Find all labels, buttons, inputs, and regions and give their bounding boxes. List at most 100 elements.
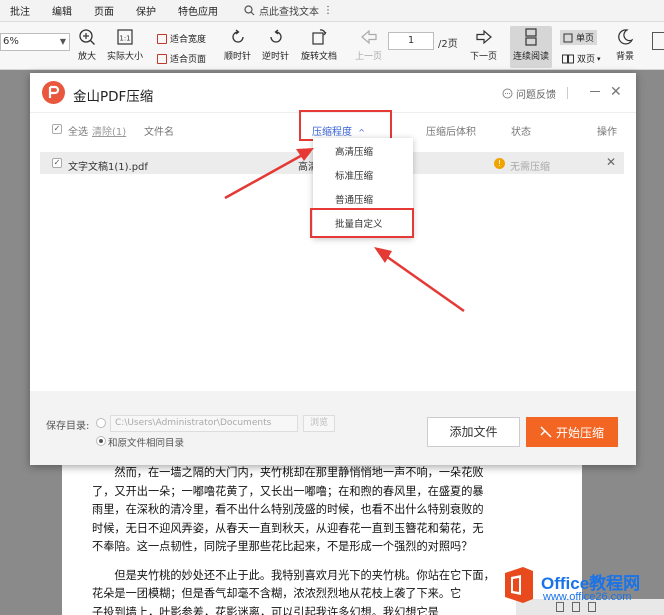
chevron-down-icon: ▼ (59, 37, 66, 46)
select-all-label: 全选 (68, 127, 88, 138)
minimize-button[interactable] (590, 91, 600, 92)
custom-dir-radio[interactable] (96, 418, 106, 428)
actual-size-icon: 1:1 (117, 29, 133, 45)
page-number-input[interactable]: 1 (388, 32, 434, 50)
zoom-in-icon (79, 29, 95, 45)
dialog-title: 金山PDF压缩 (73, 89, 154, 105)
remove-row-icon[interactable]: ✕ (606, 155, 616, 169)
row-checkbox[interactable]: ✓ (52, 158, 62, 168)
single-page-button[interactable]: 单页 (560, 30, 598, 45)
dialog-header: 金山PDF压缩 问题反馈 ✕ (30, 73, 636, 113)
menu-protect[interactable]: 保护 (136, 3, 156, 18)
double-page-icon (562, 54, 574, 63)
page-total: /2页 (438, 39, 458, 50)
feedback-label: 问题反馈 (516, 90, 556, 101)
menu-bar: 批注 编辑 页面 保护 特色应用 点此查找文本 ⋮ (0, 0, 664, 22)
rotate-cw-icon (231, 29, 244, 43)
option-standard[interactable]: 标准压缩 (335, 168, 373, 182)
menu-page[interactable]: 页面 (94, 3, 114, 18)
rotate-cw-label: 顺时针 (224, 52, 252, 62)
rotate-doc-button[interactable]: 旋转文档 (301, 28, 337, 62)
continuous-read-button[interactable]: 连续阅读 (513, 28, 549, 62)
continuous-read-icon (525, 28, 537, 46)
menu-special[interactable]: 特色应用 (178, 3, 218, 18)
rotate-doc-icon (312, 29, 327, 45)
rotate-ccw-button[interactable]: 逆时针 (262, 28, 289, 62)
pdf-logo-icon (42, 81, 65, 104)
col-after-size: 压缩后体积 (426, 127, 476, 138)
watermark: Office教程网 www.office26.com (499, 565, 664, 611)
row-filename: 文字文稿1(1).pdf (68, 162, 148, 173)
fit-width-label: 适合宽度 (170, 35, 207, 45)
continuous-read-label: 连续阅读 (513, 52, 550, 62)
menu-annotate[interactable]: 批注 (10, 3, 30, 18)
rotate-doc-label: 旋转文档 (301, 52, 338, 62)
doc-line: 雨里，在深秋的清冷里，看不出什么特别茂盛的时候，也看不出什么特别衰败的 (92, 503, 484, 516)
doc-line: 子投到墙上，叶影参差，花影迷离，可以引起我许多幻想。我幻想它是 (92, 605, 439, 615)
next-page-label: 下一页 (470, 52, 498, 62)
zoom-in-button[interactable]: 放大 (78, 28, 96, 62)
watermark-url: www.office26.com (543, 591, 632, 603)
menu-edit[interactable]: 编辑 (52, 3, 72, 18)
single-page-icon (563, 33, 573, 42)
background-label: 背景 (616, 52, 635, 62)
option-hd[interactable]: 高清压缩 (335, 144, 373, 158)
background-button[interactable]: 背景 (616, 28, 634, 62)
double-page-label: 双页 (577, 55, 596, 65)
doc-line: 时候，无日不迎风弄姿，从春天一直到秋天，从迎春花一直到玉簪花和菊花，无 (92, 521, 484, 535)
feedback-link[interactable]: 问题反馈 (502, 86, 556, 101)
rotate-cw-button[interactable]: 顺时针 (224, 28, 251, 62)
prev-page-label: 上一页 (355, 52, 383, 62)
actual-size-button[interactable]: 1:1 实际大小 (107, 28, 143, 62)
arrow-left-icon (360, 29, 377, 45)
clear-link[interactable]: 清除(1) (92, 123, 126, 138)
prev-page-button[interactable]: 上一页 (355, 28, 382, 62)
zoom-in-label: 放大 (78, 52, 97, 62)
search-icon (244, 5, 255, 16)
search-label: 点此查找文本 (259, 7, 319, 18)
fit-width-icon (157, 33, 167, 44)
fit-width-button[interactable]: 适合宽度 (157, 32, 206, 45)
zoom-select[interactable]: 6% ▼ (0, 33, 70, 51)
add-file-button[interactable]: 添加文件 (427, 417, 520, 447)
dialog-footer: 保存目录: C:\Users\Administrator\Documents 浏… (30, 391, 636, 465)
highlight-box-level (299, 110, 392, 141)
more-toolbar-icon[interactable] (652, 32, 664, 50)
select-all-checkbox[interactable]: ✓ (52, 124, 62, 134)
office-logo-icon (505, 567, 533, 603)
double-page-button[interactable]: 双页 ▾ (562, 52, 601, 65)
fit-page-button[interactable]: 适合页面 (157, 52, 206, 65)
zoom-value: 6% (3, 36, 19, 47)
doc-line: 花朵是一团模糊；但是香气却毫不含糊，浓浓烈烈地从花枝上袭了下来。它 (92, 587, 462, 600)
save-path-input[interactable]: C:\Users\Administrator\Documents (110, 415, 298, 432)
compress-dialog: 金山PDF压缩 问题反馈 ✕ ✓ 全选 清除(1) 文件名 压缩程度 ^ 压缩后… (30, 73, 636, 465)
more-icon[interactable]: ⋮ (323, 5, 333, 16)
chevron-down-icon: ▾ (597, 54, 601, 63)
doc-line: 然而，在一墙之隔的大门内，夹竹桃却在那里静悄悄地一声不响，一朵花败 (114, 466, 484, 479)
save-dir-label: 保存目录: (46, 421, 90, 432)
actual-size-label: 实际大小 (107, 52, 144, 62)
moon-icon (618, 29, 634, 45)
rotate-ccw-icon (269, 29, 282, 43)
close-button[interactable]: ✕ (610, 84, 622, 100)
fit-page-label: 适合页面 (170, 55, 207, 65)
col-filename: 文件名 (144, 127, 174, 138)
browse-button[interactable]: 浏览 (303, 415, 335, 432)
svg-text:1:1: 1:1 (119, 35, 130, 43)
rotate-ccw-label: 逆时针 (262, 52, 290, 62)
same-dir-radio[interactable] (96, 436, 106, 446)
single-page-label: 单页 (576, 34, 595, 44)
compress-icon (540, 426, 552, 438)
option-normal[interactable]: 普通压缩 (335, 192, 373, 206)
same-dir-label: 和原文件相同目录 (108, 438, 185, 449)
toolbar: 6% ▼ 放大 1:1 实际大小 适合宽度 适合页面 顺时针 逆时针 旋转文档 … (0, 22, 664, 70)
arrow-right-icon (475, 29, 492, 45)
next-page-button[interactable]: 下一页 (470, 28, 497, 62)
doc-line: 不奉陪。这一点韧性，同院子里那些花比起来，不是形成一个强烈的对照吗？ (92, 540, 473, 553)
highlight-box-custom (310, 208, 414, 238)
row-status: 无需压缩 (510, 162, 550, 173)
start-compress-label: 开始压缩 (555, 425, 604, 440)
start-compress-button[interactable]: 开始压缩 (526, 417, 618, 447)
menu-search[interactable]: 点此查找文本 ⋮ (244, 3, 333, 18)
header-divider (567, 87, 568, 99)
